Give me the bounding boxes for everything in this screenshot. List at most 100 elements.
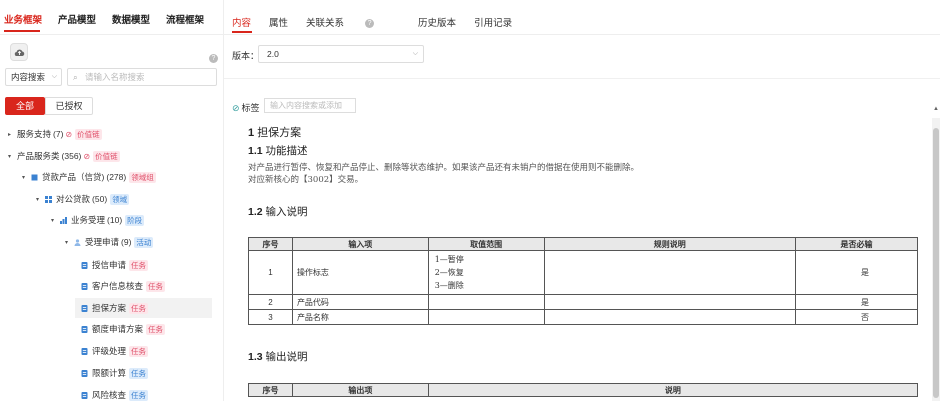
node-type-badge: 阶段	[125, 214, 145, 226]
tab-product-model[interactable]: 产品模型	[58, 12, 96, 26]
column-header: 输入项	[291, 237, 429, 251]
node-type-badge: 任务	[129, 367, 149, 379]
tab-content[interactable]: 内容	[232, 15, 251, 29]
tree-node-label: 服务支持	[17, 129, 52, 139]
function-description: 对产品进行暂停、恢复和产品停止、删除等状态维护。如果该产品还有未销户的借据在使用…	[248, 162, 639, 186]
node-type-badge: 任务	[129, 389, 149, 401]
caret-down-icon[interactable]: ▾	[51, 217, 54, 224]
search-placeholder: 请输入名称搜索	[85, 72, 145, 82]
square-node-icon	[31, 174, 38, 180]
search-type-select[interactable]: 内容搜索 ⌵	[5, 68, 62, 86]
help-icon[interactable]: ?	[209, 54, 218, 63]
heading-text: 输出说明	[265, 351, 308, 363]
tree-node-label: 限额计算	[92, 368, 127, 378]
doc-heading-1-2: 1.2 输入说明	[248, 204, 308, 219]
heading-number: 1.1	[248, 145, 263, 157]
user-node-icon	[74, 238, 81, 246]
task-node-icon	[81, 304, 88, 312]
tree-node[interactable]: ▾ 业务受理 (10) 阶段	[51, 210, 145, 230]
tree-node-count: (50)	[92, 194, 108, 204]
divider	[224, 78, 940, 79]
node-type-badge: 任务	[146, 280, 166, 292]
tree-node[interactable]: 风险核查 任务	[81, 385, 149, 401]
table-header-row: 序号 输出项 说明	[248, 383, 919, 397]
column-header: 是否必输	[795, 237, 918, 251]
table-row: 1 操作标志 1—暂停 2—恢复 3—删除 是	[248, 250, 918, 295]
version-label: 版本：	[232, 51, 260, 61]
link-icon: ⊘	[83, 151, 91, 161]
task-node-icon	[81, 261, 88, 269]
version-select[interactable]: 2.0 ⌵	[258, 45, 424, 63]
tab-data-model[interactable]: 数据模型	[112, 12, 150, 26]
chevron-down-icon: ⌵	[412, 50, 418, 57]
tab-relations[interactable]: 关联关系?	[306, 15, 392, 29]
table-cell: 是	[795, 250, 918, 295]
doc-heading-1: 1 担保方案	[248, 124, 301, 140]
table-cell: 1—暂停 2—恢复 3—删除	[427, 250, 545, 295]
tab-references[interactable]: 引用记录	[474, 15, 512, 29]
tree-node-count: (7)	[53, 129, 64, 139]
active-tab-indicator	[232, 31, 252, 33]
tree-node-count: (10)	[107, 215, 123, 225]
upload-button[interactable]	[10, 43, 28, 61]
tree-node[interactable]: 担保方案 任务	[75, 298, 212, 318]
tag-label-text: 标签	[241, 103, 260, 113]
caret-down-icon[interactable]: ▾	[65, 239, 68, 246]
column-header: 序号	[248, 237, 293, 251]
left-panel: 业务框架 产品模型 数据模型 流程框架 ? 内容搜索 ⌵ ⌕ 请输入名称搜索 全…	[0, 0, 224, 401]
task-node-icon	[81, 391, 88, 399]
tree-node[interactable]: 客户信息核查 任务	[81, 276, 166, 296]
filter-authorized-button[interactable]: 已授权	[45, 97, 93, 115]
tree-node[interactable]: ▾ 贷款产品（信贷) (278) 领域组	[22, 167, 156, 187]
tree-node-label: 风险核查	[92, 390, 127, 400]
tree-node[interactable]: 额度申请方案 任务	[81, 319, 166, 339]
caret-right-icon[interactable]: ▸	[8, 131, 11, 138]
content-tabs: 内容 属性 关联关系? 历史版本 引用记录	[232, 15, 530, 29]
caret-down-icon[interactable]: ▾	[36, 196, 39, 203]
node-type-badge: 任务	[129, 302, 149, 314]
help-icon[interactable]: ?	[365, 18, 375, 28]
scrollbar-thumb[interactable]	[933, 128, 939, 398]
version-value: 2.0	[267, 49, 279, 59]
tab-attributes[interactable]: 属性	[269, 15, 288, 29]
chevron-down-icon: ⌵	[51, 73, 57, 80]
caret-down-icon[interactable]: ▾	[22, 174, 25, 181]
tree-node-label: 担保方案	[92, 303, 127, 313]
tree-node[interactable]: 授信申请 任务	[81, 255, 149, 275]
task-node-icon	[81, 347, 88, 355]
search-input[interactable]: ⌕ 请输入名称搜索	[67, 68, 217, 86]
tree-node[interactable]: ▾ 受理申请 (9) 活动	[65, 232, 154, 252]
tree-node[interactable]: ▸ 服务支持 (7) ⊘ 价值链	[8, 124, 102, 144]
tab-process-framework[interactable]: 流程框架	[166, 12, 204, 26]
node-type-badge: 任务	[129, 345, 149, 357]
tag-input[interactable]: 输入内容搜索或添加	[264, 98, 356, 113]
heading-number: 1	[248, 127, 255, 139]
table-cell	[543, 250, 797, 295]
tree-node[interactable]: ▾ 对公贷款 (50) 领域	[36, 189, 130, 209]
filter-all-button[interactable]: 全部	[5, 97, 45, 115]
tree-node-count: (9)	[121, 237, 132, 247]
tab-history[interactable]: 历史版本	[418, 15, 456, 29]
scrollbar[interactable]	[932, 118, 940, 401]
table-cell: 2	[248, 294, 293, 310]
tree-node-label: 受理申请	[85, 237, 120, 247]
table-row: 2 产品代码 是	[248, 294, 918, 310]
table-cell	[427, 309, 545, 325]
column-header: 说明	[427, 383, 919, 397]
node-type-badge: 任务	[129, 259, 149, 271]
caret-down-icon[interactable]: ▾	[8, 153, 11, 160]
divider	[224, 34, 940, 35]
heading-number: 1.2	[248, 206, 263, 218]
tab-relations-label: 关联关系	[306, 18, 345, 29]
tree-node[interactable]: 评级处理 任务	[81, 341, 149, 361]
tag-icon: ⊘	[232, 103, 240, 113]
task-node-icon	[81, 282, 88, 290]
table-cell	[543, 294, 797, 310]
description-line: 对应新核心的【3002】交易。	[248, 175, 364, 185]
description-line: 对产品进行暂停、恢复和产品停止、删除等状态维护。如果该产品还有未销户的借据在使用…	[248, 163, 640, 173]
tree-node[interactable]: ▾ 产品服务类 (356) ⊘ 价值链	[8, 146, 120, 166]
task-node-icon	[81, 325, 88, 333]
scroll-up-arrow[interactable]: ▲	[932, 106, 940, 116]
tree-node[interactable]: 限额计算 任务	[81, 363, 149, 383]
tab-business-framework[interactable]: 业务框架	[4, 12, 42, 26]
